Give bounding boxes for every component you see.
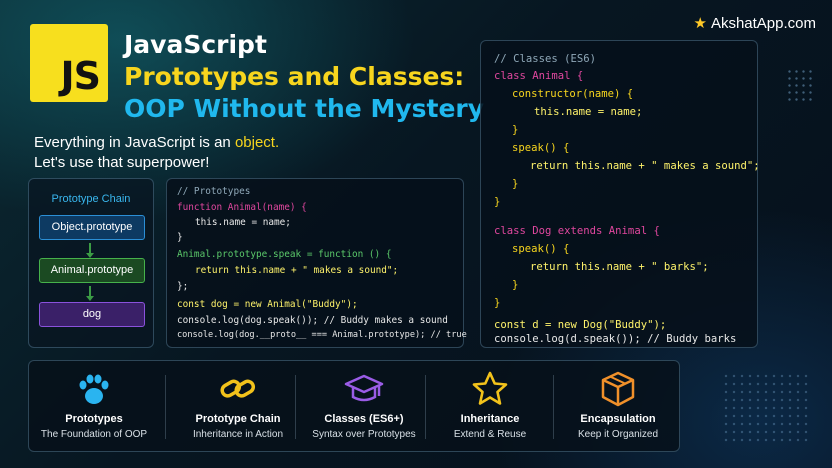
code-line: class Dog extends Animal { xyxy=(494,225,660,237)
code-line: console.log(dog.__proto__ === Animal.pro… xyxy=(177,330,467,340)
code-line: function Animal(name) { xyxy=(177,202,307,213)
feature-name: Classes (ES6+) xyxy=(324,413,404,425)
code-comment: // Classes (ES6) xyxy=(494,53,597,65)
code-line: } xyxy=(512,124,519,136)
feature-name: Prototypes xyxy=(65,413,123,425)
js-logo-text: JS xyxy=(60,54,101,98)
feature-inheritance: Inheritance Extend & Reuse xyxy=(425,361,555,453)
arrow-down-icon xyxy=(86,286,94,301)
star-icon: ★ xyxy=(693,15,707,32)
code-line: } xyxy=(494,297,501,309)
feature-encapsulation: Encapsulation Keep it Organized xyxy=(553,361,683,453)
code-line: return this.name + " makes a sound"; xyxy=(195,265,399,276)
feature-desc: Inheritance in Action xyxy=(192,429,284,440)
feature-desc: Syntax over Prototypes xyxy=(312,429,416,440)
code-line: speak() { xyxy=(512,243,570,255)
code-line: return this.name + " barks"; xyxy=(530,261,709,273)
feature-desc: The Foundation of OOP xyxy=(40,429,148,440)
feature-classes: Classes (ES6+) Syntax over Prototypes xyxy=(299,361,429,453)
code-line: }; xyxy=(177,281,189,292)
code-line: const dog = new Animal("Buddy"); xyxy=(177,299,358,310)
box-icon xyxy=(601,371,635,407)
feature-name: Encapsulation xyxy=(580,413,656,425)
code-line: const d = new Dog("Buddy"); xyxy=(494,319,667,331)
divider xyxy=(165,375,166,439)
dot-grid-decoration xyxy=(722,372,812,442)
code-line: return this.name + " makes a sound"; xyxy=(530,160,760,172)
dot-grid-decoration xyxy=(786,68,816,102)
feature-prototypes: Prototypes The Foundation of OOP xyxy=(29,361,159,453)
js-logo: JS xyxy=(30,24,108,102)
subtitle-prefix: Everything in JavaScript is an xyxy=(34,134,235,151)
chain-box-animal-prototype: Animal.prototype xyxy=(39,258,145,283)
code-line: constructor(name) { xyxy=(512,88,634,100)
brand-label: AkshatApp.com xyxy=(710,15,816,32)
brand[interactable]: ★ AkshatApp.com xyxy=(693,14,816,32)
code-line: this.name = name; xyxy=(195,217,291,228)
prototypes-code-panel: // Prototypes function Animal(name) { th… xyxy=(166,178,467,348)
chain-box-object-prototype: Object.prototype xyxy=(39,215,145,240)
code-comment: // Prototypes xyxy=(177,186,251,197)
code-line: } xyxy=(512,279,519,291)
code-line: console.log(dog.speak()); // Buddy makes… xyxy=(177,315,448,326)
code-line: console.log(d.speak()); // Buddy barks xyxy=(494,333,737,345)
code-line: } xyxy=(177,232,183,243)
subtitle-highlight: object. xyxy=(234,134,280,151)
code-line: Animal.prototype.speak = function () { xyxy=(177,249,392,260)
code-line: } xyxy=(494,196,501,208)
arrow-down-icon xyxy=(86,243,94,258)
chain-link-icon xyxy=(220,379,256,398)
classes-code-panel: // Classes (ES6) class Animal { construc… xyxy=(480,40,760,348)
divider xyxy=(295,375,296,439)
code-line: class Animal { xyxy=(494,70,584,82)
paw-icon xyxy=(79,374,109,404)
subtitle-line-1: Everything in JavaScript is an object. xyxy=(34,134,279,151)
code-line: speak() { xyxy=(512,142,570,154)
prototype-chain-panel: Prototype Chain Object.prototype Animal.… xyxy=(28,178,154,348)
title-line-3: OOP Without the Mystery xyxy=(124,94,485,123)
feature-prototype-chain: Prototype Chain Inheritance in Action xyxy=(173,361,303,453)
chain-box-dog: dog xyxy=(39,302,145,327)
feature-desc: Extend & Reuse xyxy=(453,429,527,440)
feature-name: Inheritance xyxy=(460,413,520,425)
code-line: this.name = name; xyxy=(534,106,643,118)
feature-name: Prototype Chain xyxy=(195,413,281,425)
features-bar: Prototypes The Foundation of OOP Prototy… xyxy=(28,360,680,452)
graduation-cap-icon xyxy=(344,374,384,402)
title-line-1: JavaScript xyxy=(124,30,267,59)
star-outline-icon xyxy=(472,371,508,405)
feature-desc: Keep it Organized xyxy=(577,429,659,440)
chain-title: Prototype Chain xyxy=(51,193,131,205)
subtitle-line-2: Let's use that superpower! xyxy=(34,154,210,171)
code-line: } xyxy=(512,178,519,190)
title-line-2: Prototypes and Classes: xyxy=(124,62,465,91)
